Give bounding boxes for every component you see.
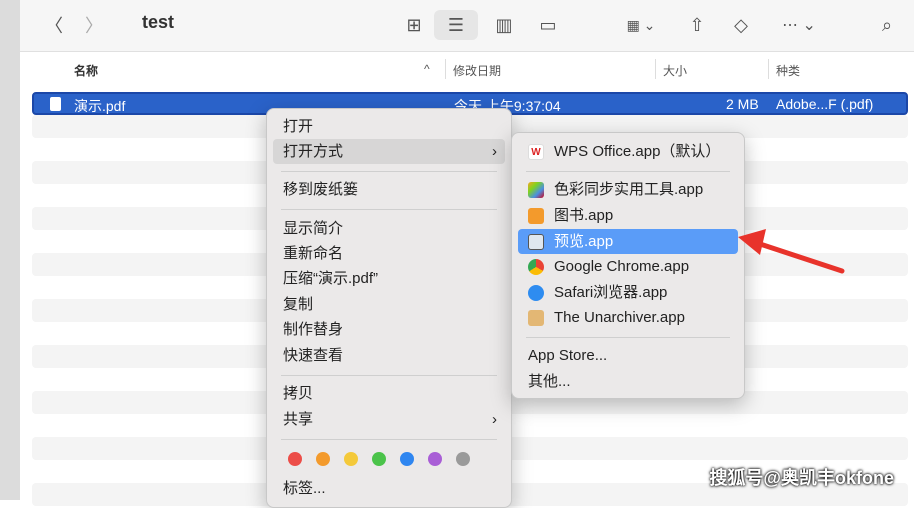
column-header: 名称 ^ 修改日期 大小 种类 <box>20 53 914 85</box>
more-actions-button[interactable]: ⋯ ⌄ <box>774 10 824 40</box>
pdf-file-icon <box>50 97 61 111</box>
chevron-right-icon: › <box>492 411 497 428</box>
chevron-right-icon: › <box>492 143 497 160</box>
sort-indicator-icon: ^ <box>424 62 430 76</box>
menu-rename[interactable]: 重新命名 <box>273 241 505 266</box>
tag-color-dot[interactable] <box>428 452 442 466</box>
file-name: 演示.pdf <box>74 98 126 114</box>
watermark: 搜狐号@奥凯丰okfone <box>709 468 894 488</box>
menu-compress[interactable]: 压缩“演示.pdf” <box>273 266 505 291</box>
share-icon[interactable]: ⇧ <box>682 10 712 40</box>
app-label: 预览.app <box>554 233 614 250</box>
menu-get-info[interactable]: 显示简介 <box>273 216 505 241</box>
menu-open-with[interactable]: 打开方式 › <box>273 139 505 164</box>
app-chrome[interactable]: Google Chrome.app <box>518 254 738 279</box>
app-label: Google Chrome.app <box>554 258 690 275</box>
tag-color-dot[interactable] <box>344 452 358 466</box>
menu-copy[interactable]: 拷贝 <box>273 381 505 406</box>
books-icon <box>528 208 544 224</box>
sidebar-edge <box>0 0 20 500</box>
menu-duplicate[interactable]: 复制 <box>273 292 505 317</box>
menu-make-alias[interactable]: 制作替身 <box>273 317 505 342</box>
app-label: 色彩同步实用工具.app <box>554 181 704 198</box>
file-kind: Adobe...F (.pdf) <box>776 96 874 112</box>
chrome-icon <box>528 259 544 275</box>
gallery-view-button[interactable]: ▭ <box>530 10 566 40</box>
menu-share-label: 共享 <box>283 411 314 428</box>
app-safari[interactable]: Safari浏览器.app <box>518 280 738 305</box>
tag-color-dot[interactable] <box>316 452 330 466</box>
group-button[interactable]: ▦ ⌄ <box>618 10 664 40</box>
open-with-submenu: W WPS Office.app（默认） 色彩同步实用工具.app 图书.app … <box>511 132 745 399</box>
back-button[interactable]: 〈 <box>42 10 66 40</box>
app-label: Safari浏览器.app <box>554 284 668 301</box>
app-preview[interactable]: 预览.app <box>518 229 738 254</box>
menu-share[interactable]: 共享 › <box>273 407 505 432</box>
menu-open[interactable]: 打开 <box>273 114 505 139</box>
column-kind[interactable]: 种类 <box>776 62 800 79</box>
unarchiver-icon <box>528 310 544 326</box>
menu-tags[interactable]: 标签... <box>273 476 505 501</box>
list-view-button[interactable]: ☰ <box>434 10 478 40</box>
column-view-button[interactable]: ▥ <box>486 10 522 40</box>
context-menu: 打开 打开方式 › 移到废纸篓 显示简介 重新命名 压缩“演示.pdf” 复制 制… <box>266 108 512 508</box>
column-name[interactable]: 名称 <box>74 62 98 79</box>
tag-color-dot[interactable] <box>400 452 414 466</box>
column-size[interactable]: 大小 <box>663 62 687 79</box>
app-label: WPS Office.app（默认） <box>554 143 721 160</box>
app-store-item[interactable]: App Store... <box>518 343 738 368</box>
app-books[interactable]: 图书.app <box>518 203 738 228</box>
app-label: 图书.app <box>554 207 614 224</box>
icon-view-button[interactable]: ⊞ <box>398 10 430 40</box>
menu-move-to-trash[interactable]: 移到废纸篓 <box>273 177 505 202</box>
app-colorsync[interactable]: 色彩同步实用工具.app <box>518 177 738 202</box>
menu-open-with-label: 打开方式 <box>283 143 344 160</box>
preview-icon <box>528 234 544 250</box>
tag-icon[interactable]: ◇ <box>726 10 756 40</box>
toolbar: 〈 〉 test ⊞ ☰ ▥ ▭ ▦ ⌄ ⇧ ◇ ⋯ ⌄ ⌕ <box>20 0 914 52</box>
colorsync-icon <box>528 182 544 198</box>
window-title: test <box>142 12 175 32</box>
wps-icon: W <box>528 144 544 160</box>
tag-color-dot[interactable] <box>288 452 302 466</box>
tag-color-dot[interactable] <box>456 452 470 466</box>
tag-color-dot[interactable] <box>372 452 386 466</box>
other-app-item[interactable]: 其他... <box>518 369 738 394</box>
search-icon[interactable]: ⌕ <box>872 10 902 40</box>
app-label: The Unarchiver.app <box>554 309 685 326</box>
column-date[interactable]: 修改日期 <box>453 62 501 79</box>
app-unarchiver[interactable]: The Unarchiver.app <box>518 305 738 330</box>
file-size: 2 MB <box>726 96 759 112</box>
menu-quick-look[interactable]: 快速查看 <box>273 343 505 368</box>
safari-icon <box>528 285 544 301</box>
forward-button[interactable]: 〉 <box>82 10 106 40</box>
app-wps-office[interactable]: W WPS Office.app（默认） <box>518 139 738 164</box>
red-arrow-annotation <box>738 229 845 274</box>
